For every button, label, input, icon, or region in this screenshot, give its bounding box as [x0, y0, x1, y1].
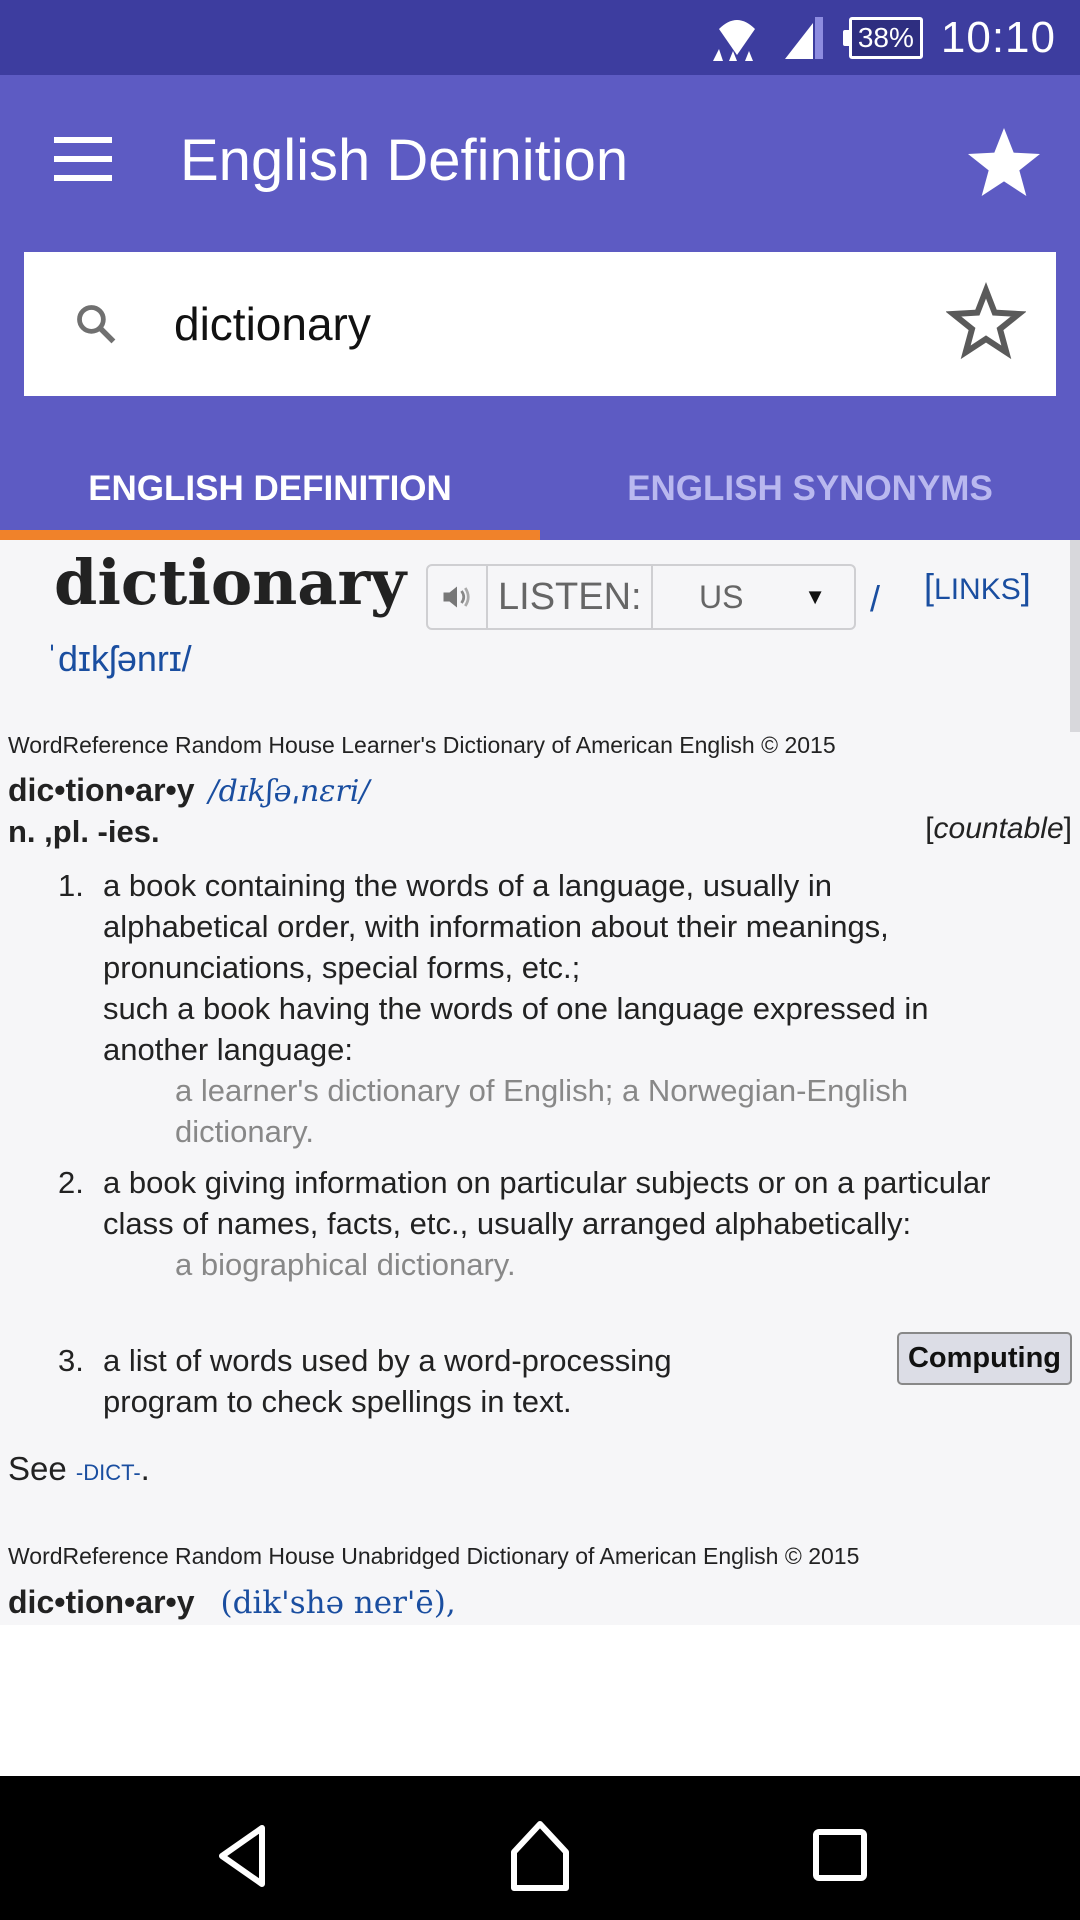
part-of-speech: n. ,pl. -ies. — [8, 814, 160, 849]
dropdown-arrow-icon: ▼ — [804, 584, 826, 609]
search-box — [24, 252, 1056, 396]
syllabified-headword-2: dic•tion•ar•y (dik'shə ner'ē), — [8, 1584, 456, 1621]
back-icon — [219, 1825, 265, 1887]
links-label: LINKS — [934, 573, 1021, 606]
headword: dictionary — [54, 546, 407, 619]
tab-english-definition[interactable]: ENGLISH DEFINITION — [0, 437, 540, 540]
tab-bar: ENGLISH DEFINITION ENGLISH SYNONYMS — [0, 437, 1080, 540]
cell-signal-icon — [784, 16, 823, 59]
search-icon[interactable] — [74, 300, 118, 348]
source-attribution-unabridged: WordReference Random House Unabridged Di… — [8, 1543, 860, 1569]
links-bracket-close: ] — [1020, 566, 1031, 607]
system-nav-bar — [0, 1776, 1080, 1920]
clock: 10:10 — [940, 12, 1056, 62]
listen-label: LISTEN: — [488, 566, 653, 628]
menu-button[interactable] — [54, 137, 112, 181]
speaker-icon — [443, 586, 470, 608]
tab-english-synonyms[interactable]: ENGLISH SYNONYMS — [540, 437, 1080, 540]
listen-widget: LISTEN: US ▼ — [426, 564, 856, 630]
subject-tag: Computing — [896, 1332, 1072, 1385]
battery-indicator: 38% — [842, 16, 923, 59]
play-audio-button[interactable] — [428, 566, 488, 628]
bookmark-word-button[interactable] — [945, 282, 1027, 362]
scrollbar[interactable] — [1070, 540, 1080, 732]
sense-number: 2. — [58, 1165, 84, 1200]
app-bar: English Definition ENGLISH DEFINITION EN… — [0, 75, 1080, 540]
hamburger-menu-icon — [54, 137, 112, 181]
source-attribution-learners: WordReference Random House Learner's Dic… — [8, 732, 836, 758]
battery-percent: 38% — [848, 16, 923, 59]
wifi-icon — [712, 19, 755, 61]
sense-text: a book giving information on particular … — [103, 1165, 991, 1241]
home-button[interactable] — [500, 1816, 580, 1896]
sense-number: 1. — [58, 868, 84, 903]
accent-select[interactable]: US ▼ — [653, 566, 854, 628]
pronunciation: /dɪkʃəˌnɛri/ — [208, 774, 370, 809]
sense-text: such a book having the words of one lang… — [103, 991, 929, 1067]
back-button[interactable] — [200, 1816, 280, 1896]
see-reference-link[interactable]: -DICT- — [76, 1460, 141, 1485]
ipa-pronunciation: ˈdɪkʃənrɪ/ — [46, 638, 192, 679]
links-bracket-open: [ — [924, 566, 935, 607]
see-label: See — [8, 1450, 67, 1487]
accent-selected-value: US — [699, 578, 744, 615]
home-icon — [511, 1821, 569, 1891]
sense-number: 3. — [58, 1343, 84, 1378]
star-filled-icon — [968, 128, 1040, 196]
sense-text: a list of words used by a word-processin… — [103, 1343, 672, 1419]
pronunciation-2: (dik'shə ner'ē), — [220, 1585, 456, 1621]
recents-icon — [813, 1829, 867, 1881]
sense-example: a biographical dictionary. — [175, 1247, 516, 1282]
syllabified-text: dic•tion•ar•y — [8, 1584, 195, 1620]
star-outline-icon — [945, 282, 1027, 360]
definition-content[interactable]: dictionary LISTEN: US ▼ / [LINKS] ˈdɪkʃə… — [0, 540, 1080, 1625]
separator-slash: / — [870, 578, 881, 619]
sense-text: a book containing the words of a languag… — [103, 868, 889, 985]
see-also: See -DICT-. — [8, 1450, 150, 1487]
links-link[interactable]: [LINKS] — [924, 566, 1031, 608]
status-bar: 38% 10:10 — [0, 0, 1080, 75]
search-input[interactable] — [174, 288, 934, 360]
syllabified-text: dic•tion•ar•y — [8, 772, 195, 808]
favorites-button[interactable] — [964, 123, 1044, 203]
syllabified-headword: dic•tion•ar•y/dɪkʃəˌnɛri/ — [8, 772, 369, 809]
app-title: English Definition — [180, 128, 629, 193]
sense-example: a learner's dictionary of English; a Nor… — [175, 1073, 909, 1149]
countable-label: [countable] — [925, 812, 1072, 845]
recents-button[interactable] — [800, 1816, 880, 1896]
